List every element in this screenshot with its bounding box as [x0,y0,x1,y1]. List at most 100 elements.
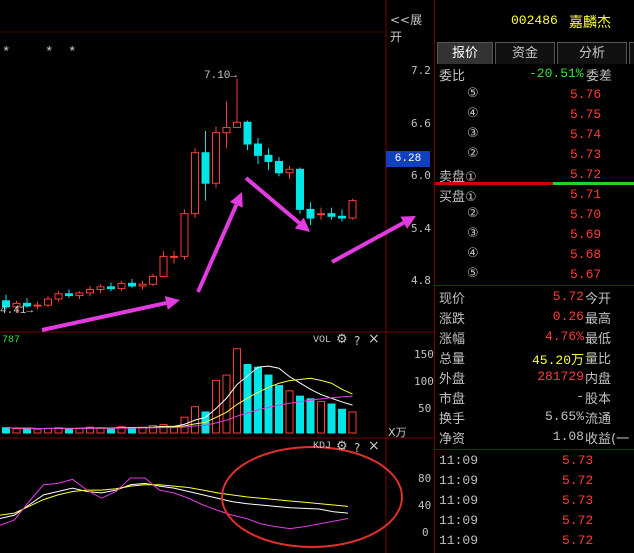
close-icon[interactable]: × [368,438,380,454]
candle-body [149,275,157,285]
kdj-axis-label: 40 [418,499,432,512]
candle-body [138,283,147,287]
volume-bar [327,403,336,434]
help-icon[interactable]: ? [354,441,360,455]
low-price-label: 4.41→ [0,305,34,317]
expand-button[interactable]: <<展开 [390,11,434,45]
stat-value: 4.76% [544,329,584,344]
volume-bar [264,374,273,434]
sell-price: 5.73 [570,147,602,162]
kline-chart[interactable] [0,0,434,553]
vol-axis-label: 150 [414,348,434,361]
vol-axis-label: 50 [418,402,432,415]
chart-area[interactable]: <<展开 * * * 7.2 6.6 6.0 5.4 4.8 6.28 7.10… [0,0,434,553]
sell-level: ③ [467,126,479,141]
stat-value: 281729 [537,369,584,384]
candle-body [233,121,241,128]
buy-level: ⑤ [467,266,479,281]
volume-bar [2,427,10,434]
tab-quote[interactable]: 报价 [437,42,493,64]
tab-funds[interactable]: 资金 [495,42,555,64]
candle-body [348,200,357,219]
help-icon[interactable]: ? [354,334,360,348]
candle-body [317,213,325,216]
stat-label: 外盘 [439,372,466,387]
candle-body [159,255,168,277]
gear-icon[interactable]: ⚙ [336,439,348,454]
kdj-line [0,477,349,530]
stat-value: 5.65% [544,409,584,424]
candle-body [170,255,178,258]
tick-time: 11:09 [439,473,479,488]
volume-bar [75,427,84,434]
tab-analysis[interactable]: 分析 [557,42,627,64]
candle-body [201,152,210,184]
weicha-label: 委差 [586,69,613,84]
vol-label: VOL [313,335,332,346]
candle-body [65,293,73,297]
star-marker: * [45,45,54,61]
candle-body [180,213,189,257]
candle-body [243,121,252,145]
kdj-axis-label: 80 [418,472,432,485]
volume-bar [254,366,262,434]
sell-price: 5.74 [570,127,602,142]
stat-label-2: 收益(一 [585,432,630,447]
candle-body [128,282,136,287]
volume-bar [317,400,325,434]
stat-label: 现价 [439,292,466,307]
stock-name: 嘉麟杰 [569,15,611,31]
volume-bar [65,428,73,434]
tick-time: 11:09 [439,513,479,528]
stat-value: 1.08 [552,429,584,444]
buy-level: 买盘① [439,190,477,205]
buy-level: ② [467,206,479,221]
volume-bar [222,374,231,434]
buy-price: 5.70 [570,207,602,222]
tick-price: 5.73 [562,493,594,508]
price-axis-label: 4.8 [411,274,431,287]
candle-body [117,282,126,290]
stat-label-2: 内盘 [585,372,612,387]
kdj-axis-label: 0 [422,526,429,539]
candle-body [275,160,283,174]
volume-bar [23,427,31,434]
stat-label-2: 量比 [585,352,612,367]
tick-price: 5.72 [562,533,594,548]
stat-label-2: 今开 [585,292,612,307]
candle-body [212,132,220,184]
buy-price: 5.67 [570,267,602,282]
candle-body [296,168,304,210]
tick-price: 5.72 [562,513,594,528]
arrow-head [164,296,180,310]
candle-body [254,143,262,156]
stat-label: 市盘 [439,392,466,407]
buy-level: ③ [467,226,479,241]
stat-label-2: 流通 [585,412,612,427]
candle-body [327,213,336,217]
gear-icon[interactable]: ⚙ [336,332,348,347]
volume-bar [33,428,42,434]
price-axis-label: 7.2 [411,64,431,77]
volume-bar [233,348,241,434]
sell-level: ④ [467,106,479,121]
close-icon[interactable]: × [368,331,380,347]
weibi-value: -20.51% [529,66,584,81]
vol-prefix: 787 [2,335,21,346]
candle-body [191,152,199,215]
buy-price: 5.71 [570,187,602,202]
stock-code: 002486 [511,13,558,28]
candle-body [86,288,94,294]
stat-label: 总量 [439,352,466,367]
tick-price: 5.73 [562,453,594,468]
candle-body [222,126,231,134]
tick-price: 5.72 [562,473,594,488]
kdj-label: KDJ [313,441,332,452]
candle-body [44,298,52,306]
stat-label-2: 股本 [585,392,612,407]
candle-body [338,215,346,219]
volume-bar [12,428,21,434]
volume-bar [338,408,346,434]
stat-label: 涨幅 [439,332,466,347]
stat-value: 45.20万 [531,353,584,368]
